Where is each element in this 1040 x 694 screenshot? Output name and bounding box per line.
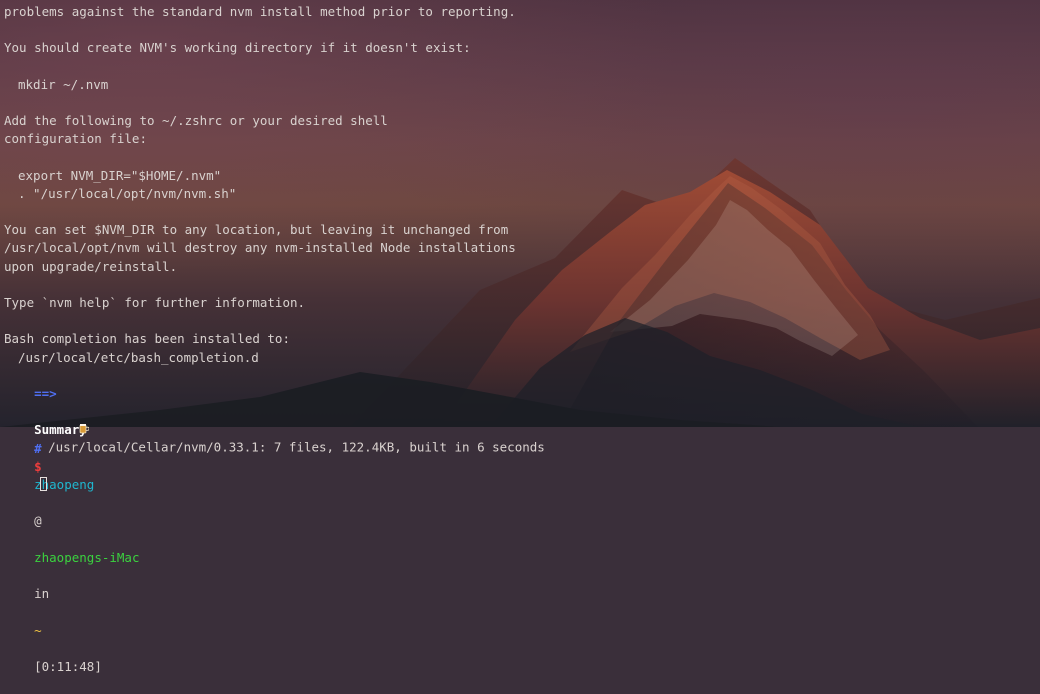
prompt-time: [0:11:48] — [34, 658, 102, 674]
terminal-cursor[interactable] — [40, 476, 48, 491]
terminal-line: mkdir ~/.nvm — [18, 76, 109, 92]
prompt-hash: # — [34, 440, 42, 456]
terminal-line: /usr/local/etc/bash_completion.d — [18, 349, 259, 365]
terminal-output: problems against the standard nvm instal… — [4, 3, 1040, 674]
beer-mug-icon — [34, 403, 90, 434]
prompt-dollar: $ — [34, 458, 42, 474]
summary-detail-line: /usr/local/Cellar/nvm/0.33.1: 7 files, 1… — [4, 385, 1040, 455]
terminal-line: You can set $NVM_DIR to any location, bu… — [4, 222, 509, 238]
terminal-line: problems against the standard nvm instal… — [4, 4, 516, 19]
terminal-line: You should create NVM's working director… — [4, 40, 471, 56]
summary-line: ==> Summary — [4, 367, 1040, 437]
prompt-host: zhaopengs-iMac — [34, 549, 140, 565]
prompt-in: in — [34, 586, 50, 602]
summary-detail: /usr/local/Cellar/nvm/0.33.1: 7 files, 1… — [48, 439, 545, 455]
prompt-at: @ — [34, 513, 42, 529]
terminal-line: export NVM_DIR="$HOME/.nvm" — [18, 167, 222, 183]
terminal-line: Add the following to ~/.zshrc or your de… — [4, 113, 388, 129]
prompt-line: # zhaopeng @ zhaopengs-iMac in ~ [0:11:4… — [4, 421, 1040, 674]
terminal-line: configuration file: — [4, 131, 147, 147]
terminal-line: . "/usr/local/opt/nvm/nvm.sh" — [18, 185, 237, 201]
terminal-line: Type `nvm help` for further information. — [4, 295, 306, 310]
prompt-cwd: ~ — [34, 622, 42, 638]
terminal-line: upon upgrade/reinstall. — [4, 258, 178, 274]
terminal-line: /usr/local/opt/nvm will destroy any nvm-… — [4, 240, 516, 256]
summary-arrow: ==> — [34, 385, 57, 401]
terminal-line: Bash completion has been installed to: — [4, 331, 290, 347]
